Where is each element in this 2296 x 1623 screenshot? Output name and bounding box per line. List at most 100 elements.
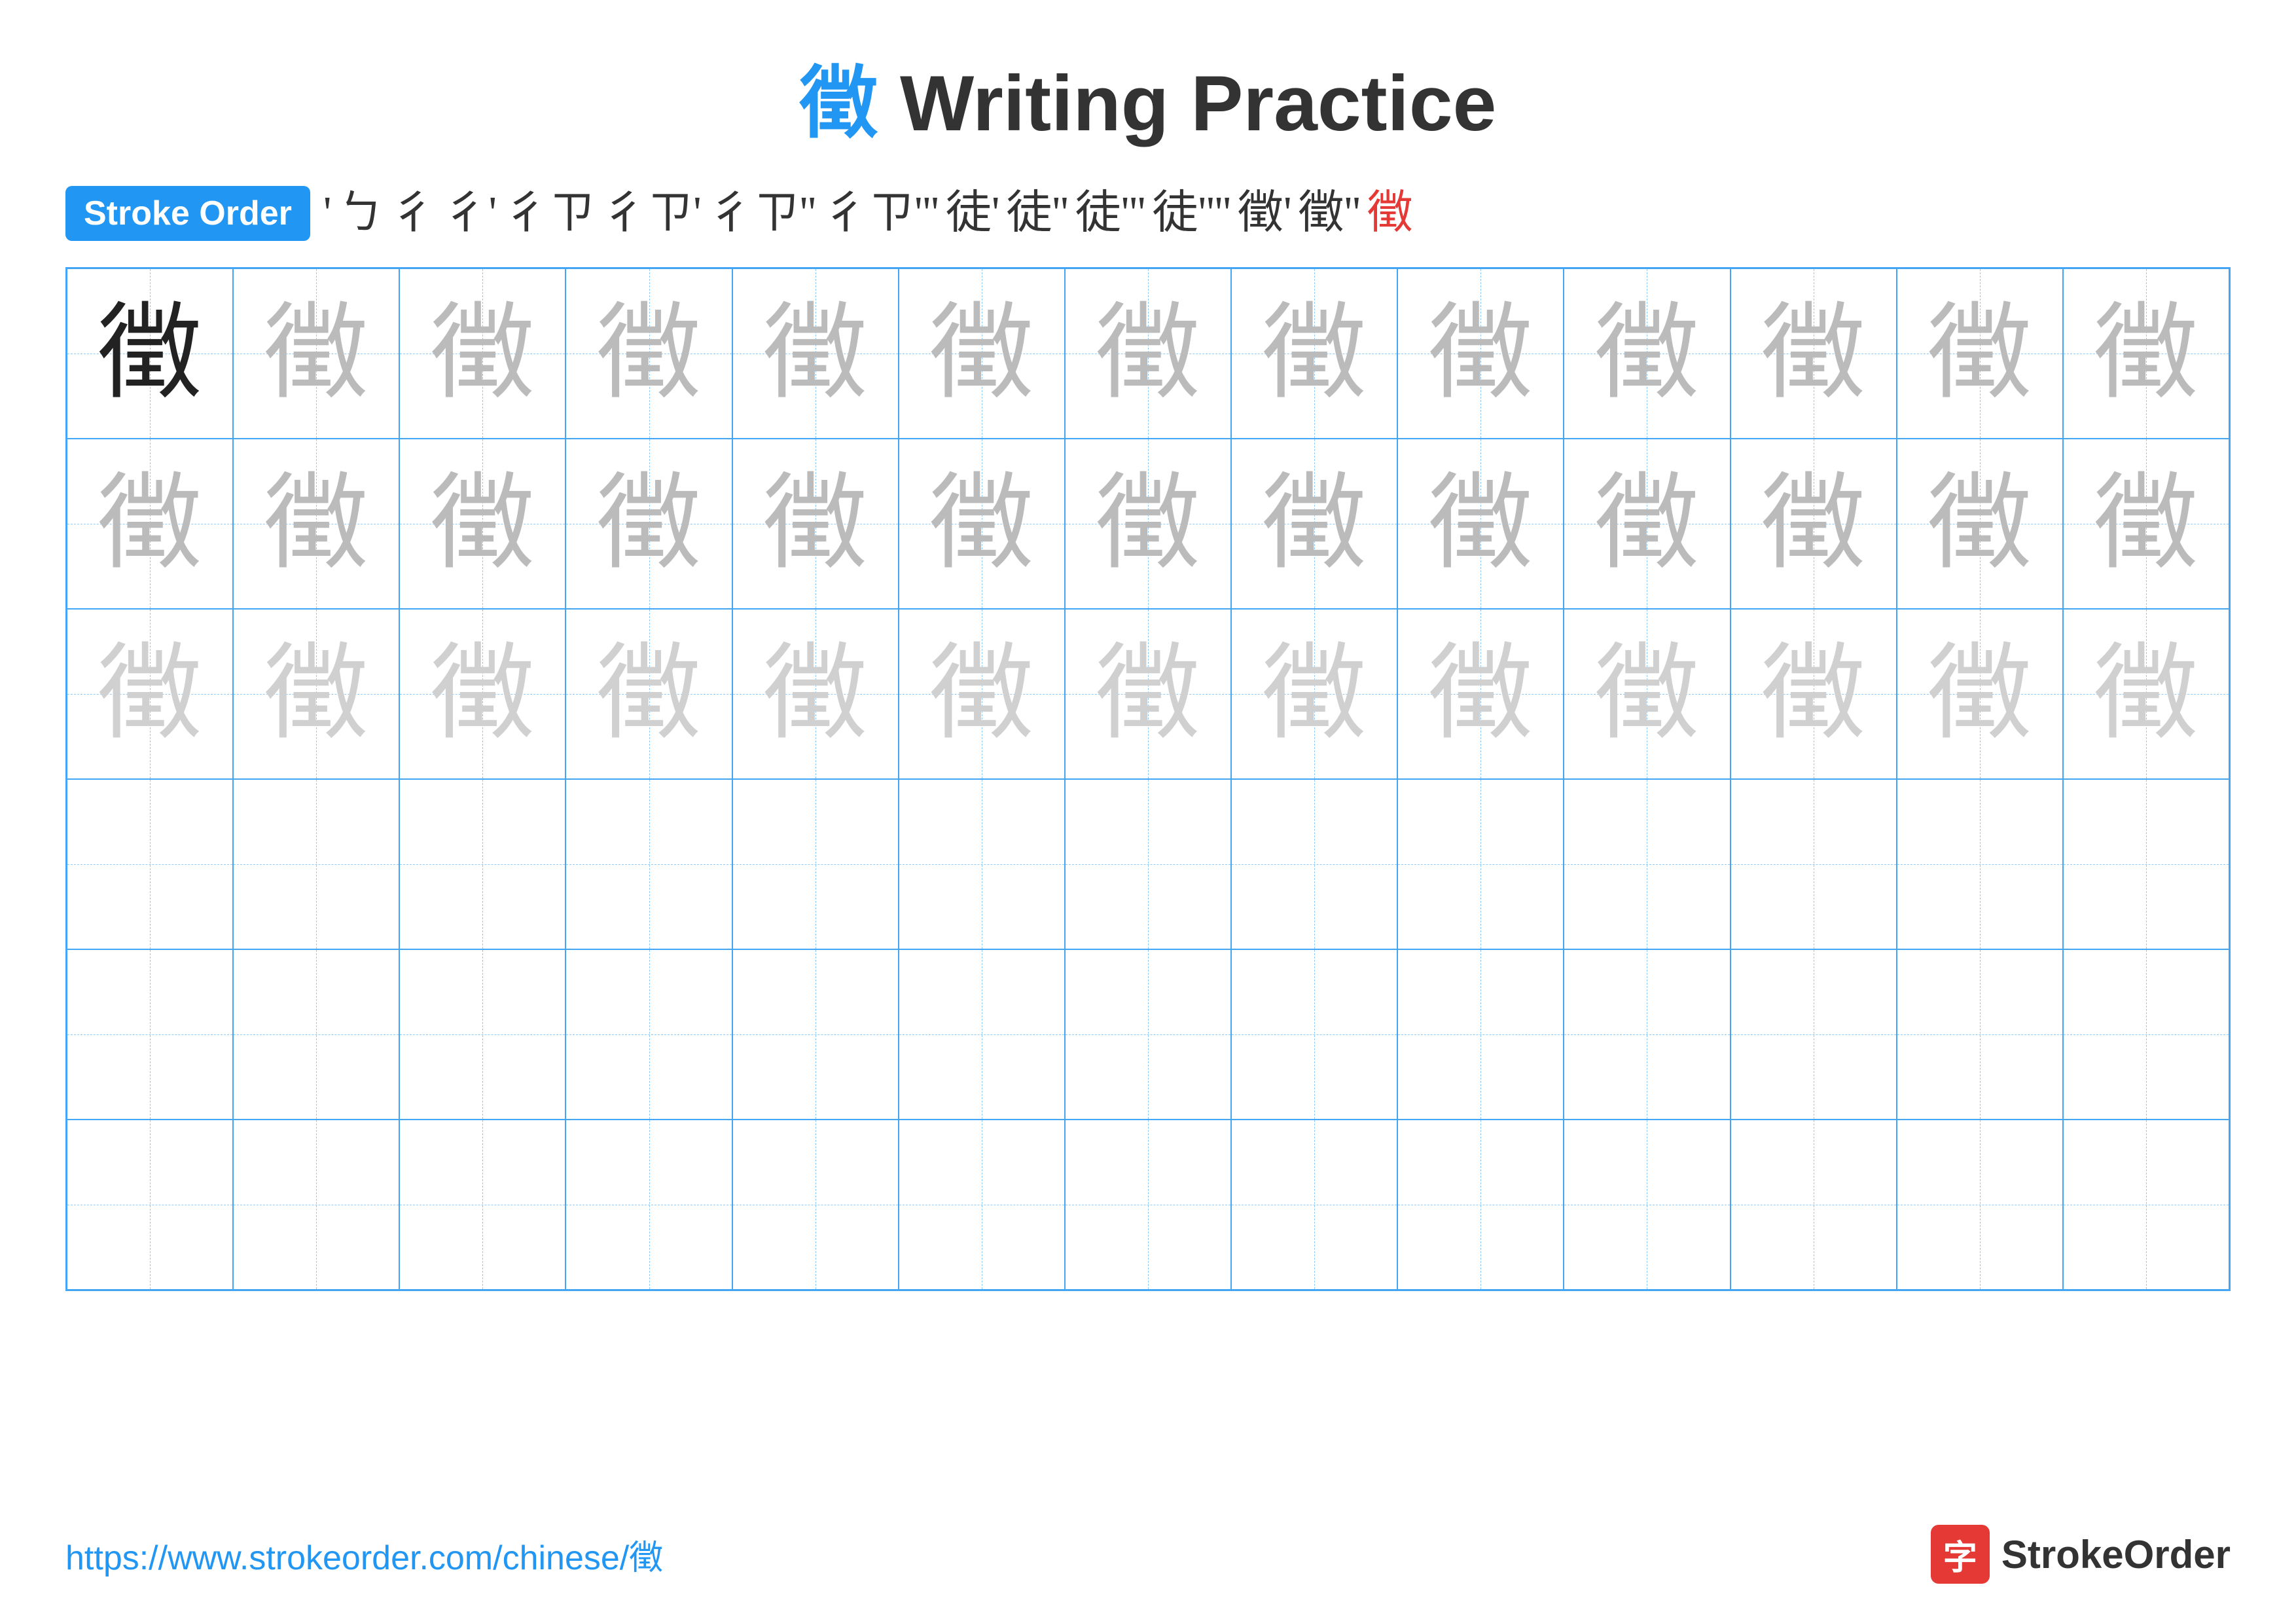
grid-row-4[interactable] (67, 779, 2229, 949)
grid-cell[interactable] (1564, 949, 1730, 1120)
grid-row-6[interactable] (67, 1120, 2229, 1290)
grid-cell: 徵 (1897, 268, 2063, 439)
stroke-step-12: 徒'''' (1153, 191, 1231, 236)
grid-cell: 徵 (233, 439, 399, 609)
grid-cell[interactable] (565, 1120, 732, 1290)
grid-cell: 徵 (1564, 609, 1730, 779)
stroke-step-1: ' (323, 191, 332, 236)
title-character: 徵 (800, 60, 878, 147)
grid-cell: 徵 (233, 609, 399, 779)
grid-cell: 徵 (1564, 268, 1730, 439)
stroke-step-11: 徒''' (1075, 191, 1146, 236)
grid-cell[interactable] (67, 949, 233, 1120)
grid-cell: 徵 (1731, 268, 1897, 439)
stroke-order-row: Stroke Order 'ㄅ彳彳'彳ㄗ彳ㄗ'彳ㄗ''彳ㄗ'''徒'徒''徒''… (65, 186, 2231, 241)
grid-cell: 徵 (1231, 439, 1397, 609)
grid-cell[interactable] (565, 949, 732, 1120)
grid-cell[interactable] (1065, 1120, 1231, 1290)
grid-cell[interactable] (1897, 949, 2063, 1120)
grid-cell[interactable] (2063, 949, 2229, 1120)
stroke-step-9: 徒' (946, 191, 1000, 236)
grid-cell: 徵 (2063, 268, 2229, 439)
grid-cell: 徵 (565, 268, 732, 439)
grid-cell[interactable] (732, 1120, 899, 1290)
grid-cell[interactable] (67, 1120, 233, 1290)
grid-cell[interactable] (732, 949, 899, 1120)
grid-cell[interactable] (1897, 779, 2063, 949)
grid-cell: 徵 (399, 268, 565, 439)
stroke-step-8: 彳ㄗ''' (823, 191, 939, 236)
footer-logo-icon: 字 (1931, 1525, 1990, 1584)
stroke-step-6: 彳ㄗ' (601, 191, 702, 236)
grid-cell: 徵 (399, 439, 565, 609)
grid-cell: 徵 (1065, 609, 1231, 779)
grid-cell: 徵 (732, 609, 899, 779)
grid-cell[interactable] (899, 1120, 1065, 1290)
footer-logo: 字 StrokeOrder (1931, 1525, 2231, 1584)
stroke-step-13: 徵' (1238, 191, 1292, 236)
grid-cell: 徵 (1731, 609, 1897, 779)
stroke-step-10: 徒'' (1006, 191, 1068, 236)
grid-cell[interactable] (1731, 779, 1897, 949)
grid-cell[interactable] (1397, 949, 1564, 1120)
grid-cell: 徵 (1065, 268, 1231, 439)
grid-cell[interactable] (1065, 949, 1231, 1120)
grid-cell: 徵 (2063, 439, 2229, 609)
footer: https://www.strokeorder.com/chinese/徵 字 … (65, 1525, 2231, 1584)
grid-cell: 徵 (1065, 439, 1231, 609)
stroke-step-5: 彳ㄗ (503, 191, 595, 236)
grid-cell: 徵 (1564, 439, 1730, 609)
grid-cell[interactable] (2063, 779, 2229, 949)
stroke-sequence: 'ㄅ彳彳'彳ㄗ彳ㄗ'彳ㄗ''彳ㄗ'''徒'徒''徒'''徒''''徵'徵''徵 (323, 191, 1413, 236)
practice-grid: 徵 徵 徵 徵 徵 徵 徵 徵 徵 徵 徵 徵 徵 徵 徵 徵 徵 徵 徵 徵 … (65, 267, 2231, 1291)
grid-cell: 徵 (233, 268, 399, 439)
grid-cell: 徵 (1897, 609, 2063, 779)
grid-cell: 徵 (1731, 439, 1897, 609)
grid-cell[interactable] (1731, 1120, 1897, 1290)
grid-cell[interactable] (899, 949, 1065, 1120)
grid-row-3: 徵 徵 徵 徵 徵 徵 徵 徵 徵 徵 徵 徵 徵 (67, 609, 2229, 779)
grid-cell: 徵 (1231, 609, 1397, 779)
stroke-step-4: 彳' (443, 191, 497, 236)
grid-row-2: 徵 徵 徵 徵 徵 徵 徵 徵 徵 徵 徵 徵 徵 (67, 439, 2229, 609)
stroke-step-3: 彳 (391, 191, 437, 236)
stroke-step-14: 徵'' (1299, 191, 1361, 236)
footer-url[interactable]: https://www.strokeorder.com/chinese/徵 (65, 1530, 663, 1579)
grid-cell[interactable] (399, 1120, 565, 1290)
grid-cell: 徵 (1397, 268, 1564, 439)
grid-cell[interactable] (899, 779, 1065, 949)
grid-cell: 徵 (899, 609, 1065, 779)
stroke-order-badge: Stroke Order (65, 186, 310, 241)
grid-cell: 徵 (1397, 439, 1564, 609)
grid-cell[interactable] (233, 779, 399, 949)
page-container: 徵 Writing Practice Stroke Order 'ㄅ彳彳'彳ㄗ彳… (0, 0, 2296, 1623)
grid-cell[interactable] (1397, 779, 1564, 949)
grid-cell: 徵 (67, 268, 233, 439)
grid-cell[interactable] (399, 779, 565, 949)
grid-cell[interactable] (1564, 779, 1730, 949)
grid-row-5[interactable] (67, 949, 2229, 1120)
grid-cell[interactable] (1897, 1120, 2063, 1290)
stroke-step-7: 彳ㄗ'' (708, 191, 816, 236)
grid-cell: 徵 (2063, 609, 2229, 779)
grid-cell: 徵 (67, 609, 233, 779)
grid-cell: 徵 (1231, 268, 1397, 439)
grid-cell[interactable] (67, 779, 233, 949)
grid-cell: 徵 (899, 268, 1065, 439)
grid-cell[interactable] (1231, 1120, 1397, 1290)
grid-cell[interactable] (732, 779, 899, 949)
grid-cell: 徵 (1897, 439, 2063, 609)
grid-cell[interactable] (1231, 779, 1397, 949)
grid-cell[interactable] (1231, 949, 1397, 1120)
grid-cell[interactable] (1397, 1120, 1564, 1290)
grid-cell[interactable] (2063, 1120, 2229, 1290)
grid-cell[interactable] (399, 949, 565, 1120)
grid-cell[interactable] (233, 949, 399, 1120)
grid-cell[interactable] (1731, 949, 1897, 1120)
grid-cell: 徵 (399, 609, 565, 779)
page-title: 徵 Writing Practice (800, 39, 1497, 153)
grid-cell[interactable] (1065, 779, 1231, 949)
grid-cell[interactable] (565, 779, 732, 949)
grid-cell[interactable] (1564, 1120, 1730, 1290)
grid-cell[interactable] (233, 1120, 399, 1290)
